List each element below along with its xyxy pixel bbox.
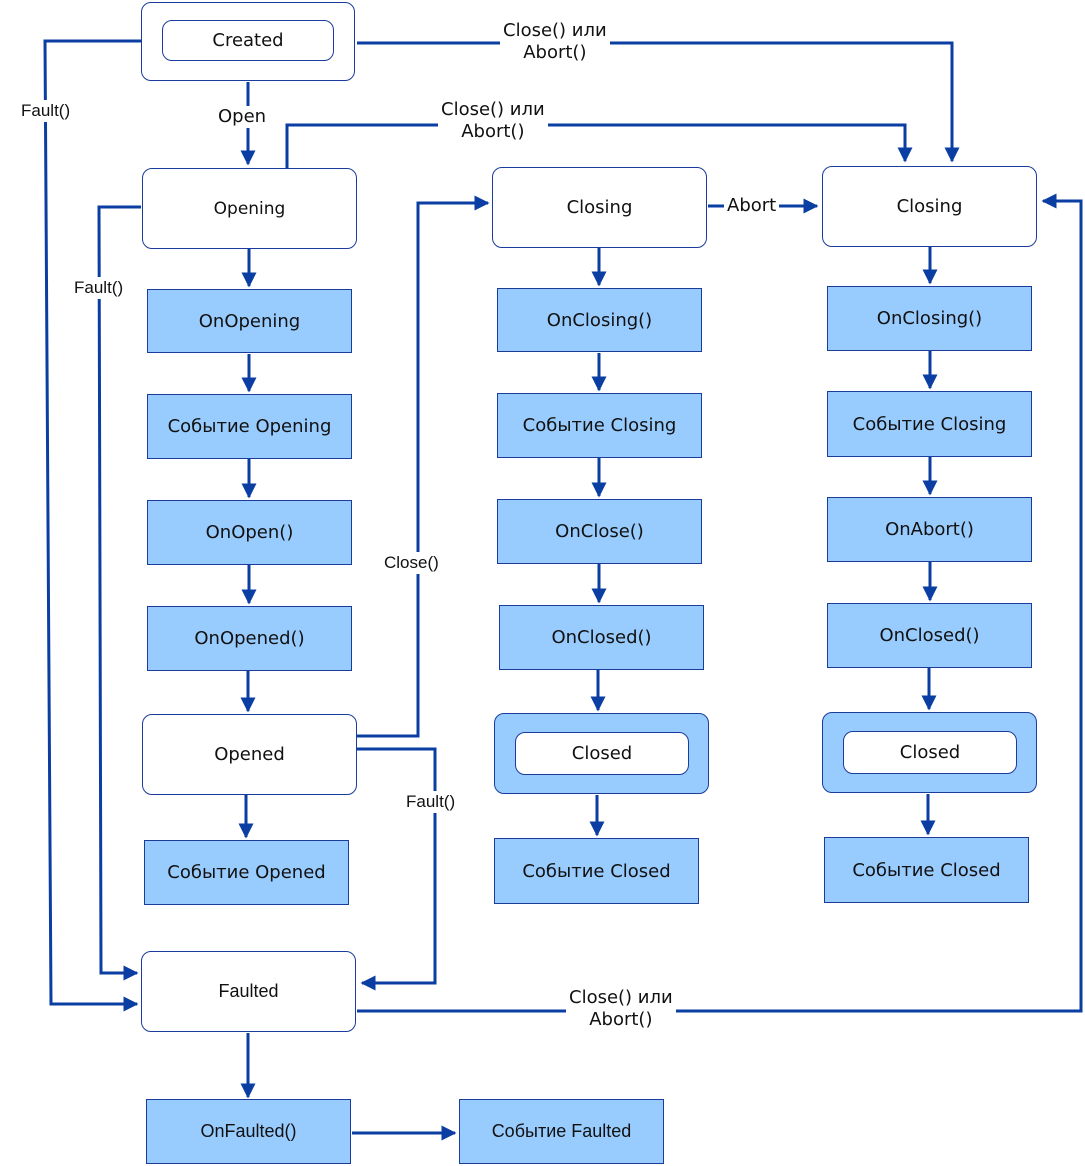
edge-opening-closing2 — [285, 123, 913, 168]
state-created[interactable]: Created — [162, 20, 334, 61]
state-closing-abort[interactable]: Closing — [822, 166, 1037, 247]
action-event-closing-close[interactable]: Событие Closing — [497, 393, 702, 458]
action-event-faulted[interactable]: Событие Faulted — [459, 1099, 664, 1164]
action-on-closing-close[interactable]: OnClosing() — [497, 288, 702, 352]
action-event-opened[interactable]: Событие Opened — [144, 840, 349, 905]
action-on-closed-abort[interactable]: OnClosed() — [827, 603, 1032, 668]
label-abort: Abort — [724, 195, 780, 217]
action-on-closing-abort[interactable]: OnClosing() — [827, 286, 1032, 351]
state-closed-abort[interactable]: Closed — [843, 731, 1017, 774]
action-on-opened[interactable]: OnOpened() — [147, 606, 352, 671]
state-diagram: Created Opening OnOpening Событие Openin… — [0, 0, 1085, 1166]
label-created-fault: Fault() — [18, 100, 74, 122]
edge-opened-faulted — [357, 747, 437, 991]
action-on-open[interactable]: OnOpen() — [147, 500, 352, 565]
label-created-close-abort: Close() или Abort() — [500, 20, 610, 64]
edge-opened-closing1 — [357, 195, 490, 738]
state-opening[interactable]: Opening — [142, 168, 357, 249]
action-on-abort[interactable]: OnAbort() — [827, 497, 1032, 562]
label-opening-close-abort: Close() или Abort() — [438, 99, 548, 143]
label-open: Open — [215, 106, 270, 128]
label-faulted-close-abort: Close() или Abort() — [566, 987, 676, 1031]
state-faulted[interactable]: Faulted — [141, 951, 356, 1032]
label-opened-fault: Fault() — [403, 791, 459, 813]
action-on-close[interactable]: OnClose() — [497, 499, 702, 564]
action-on-opening[interactable]: OnOpening — [147, 289, 352, 353]
state-opened[interactable]: Opened — [142, 714, 357, 795]
action-on-closed-close[interactable]: OnClosed() — [499, 605, 704, 670]
state-closed-close[interactable]: Closed — [515, 732, 689, 775]
action-event-closing-abort[interactable]: Событие Closing — [827, 391, 1032, 457]
label-opening-fault: Fault() — [71, 277, 127, 299]
action-event-opening[interactable]: Событие Opening — [147, 394, 352, 459]
action-event-closed-abort[interactable]: Событие Closed — [824, 837, 1029, 903]
edge-opening-faulted — [97, 205, 141, 981]
state-closing-close[interactable]: Closing — [492, 167, 707, 248]
edge-created-faulted — [43, 39, 141, 1012]
action-on-faulted[interactable]: OnFaulted() — [146, 1099, 351, 1164]
action-event-closed-close[interactable]: Событие Closed — [494, 838, 699, 904]
label-opened-close: Close() — [381, 552, 442, 574]
